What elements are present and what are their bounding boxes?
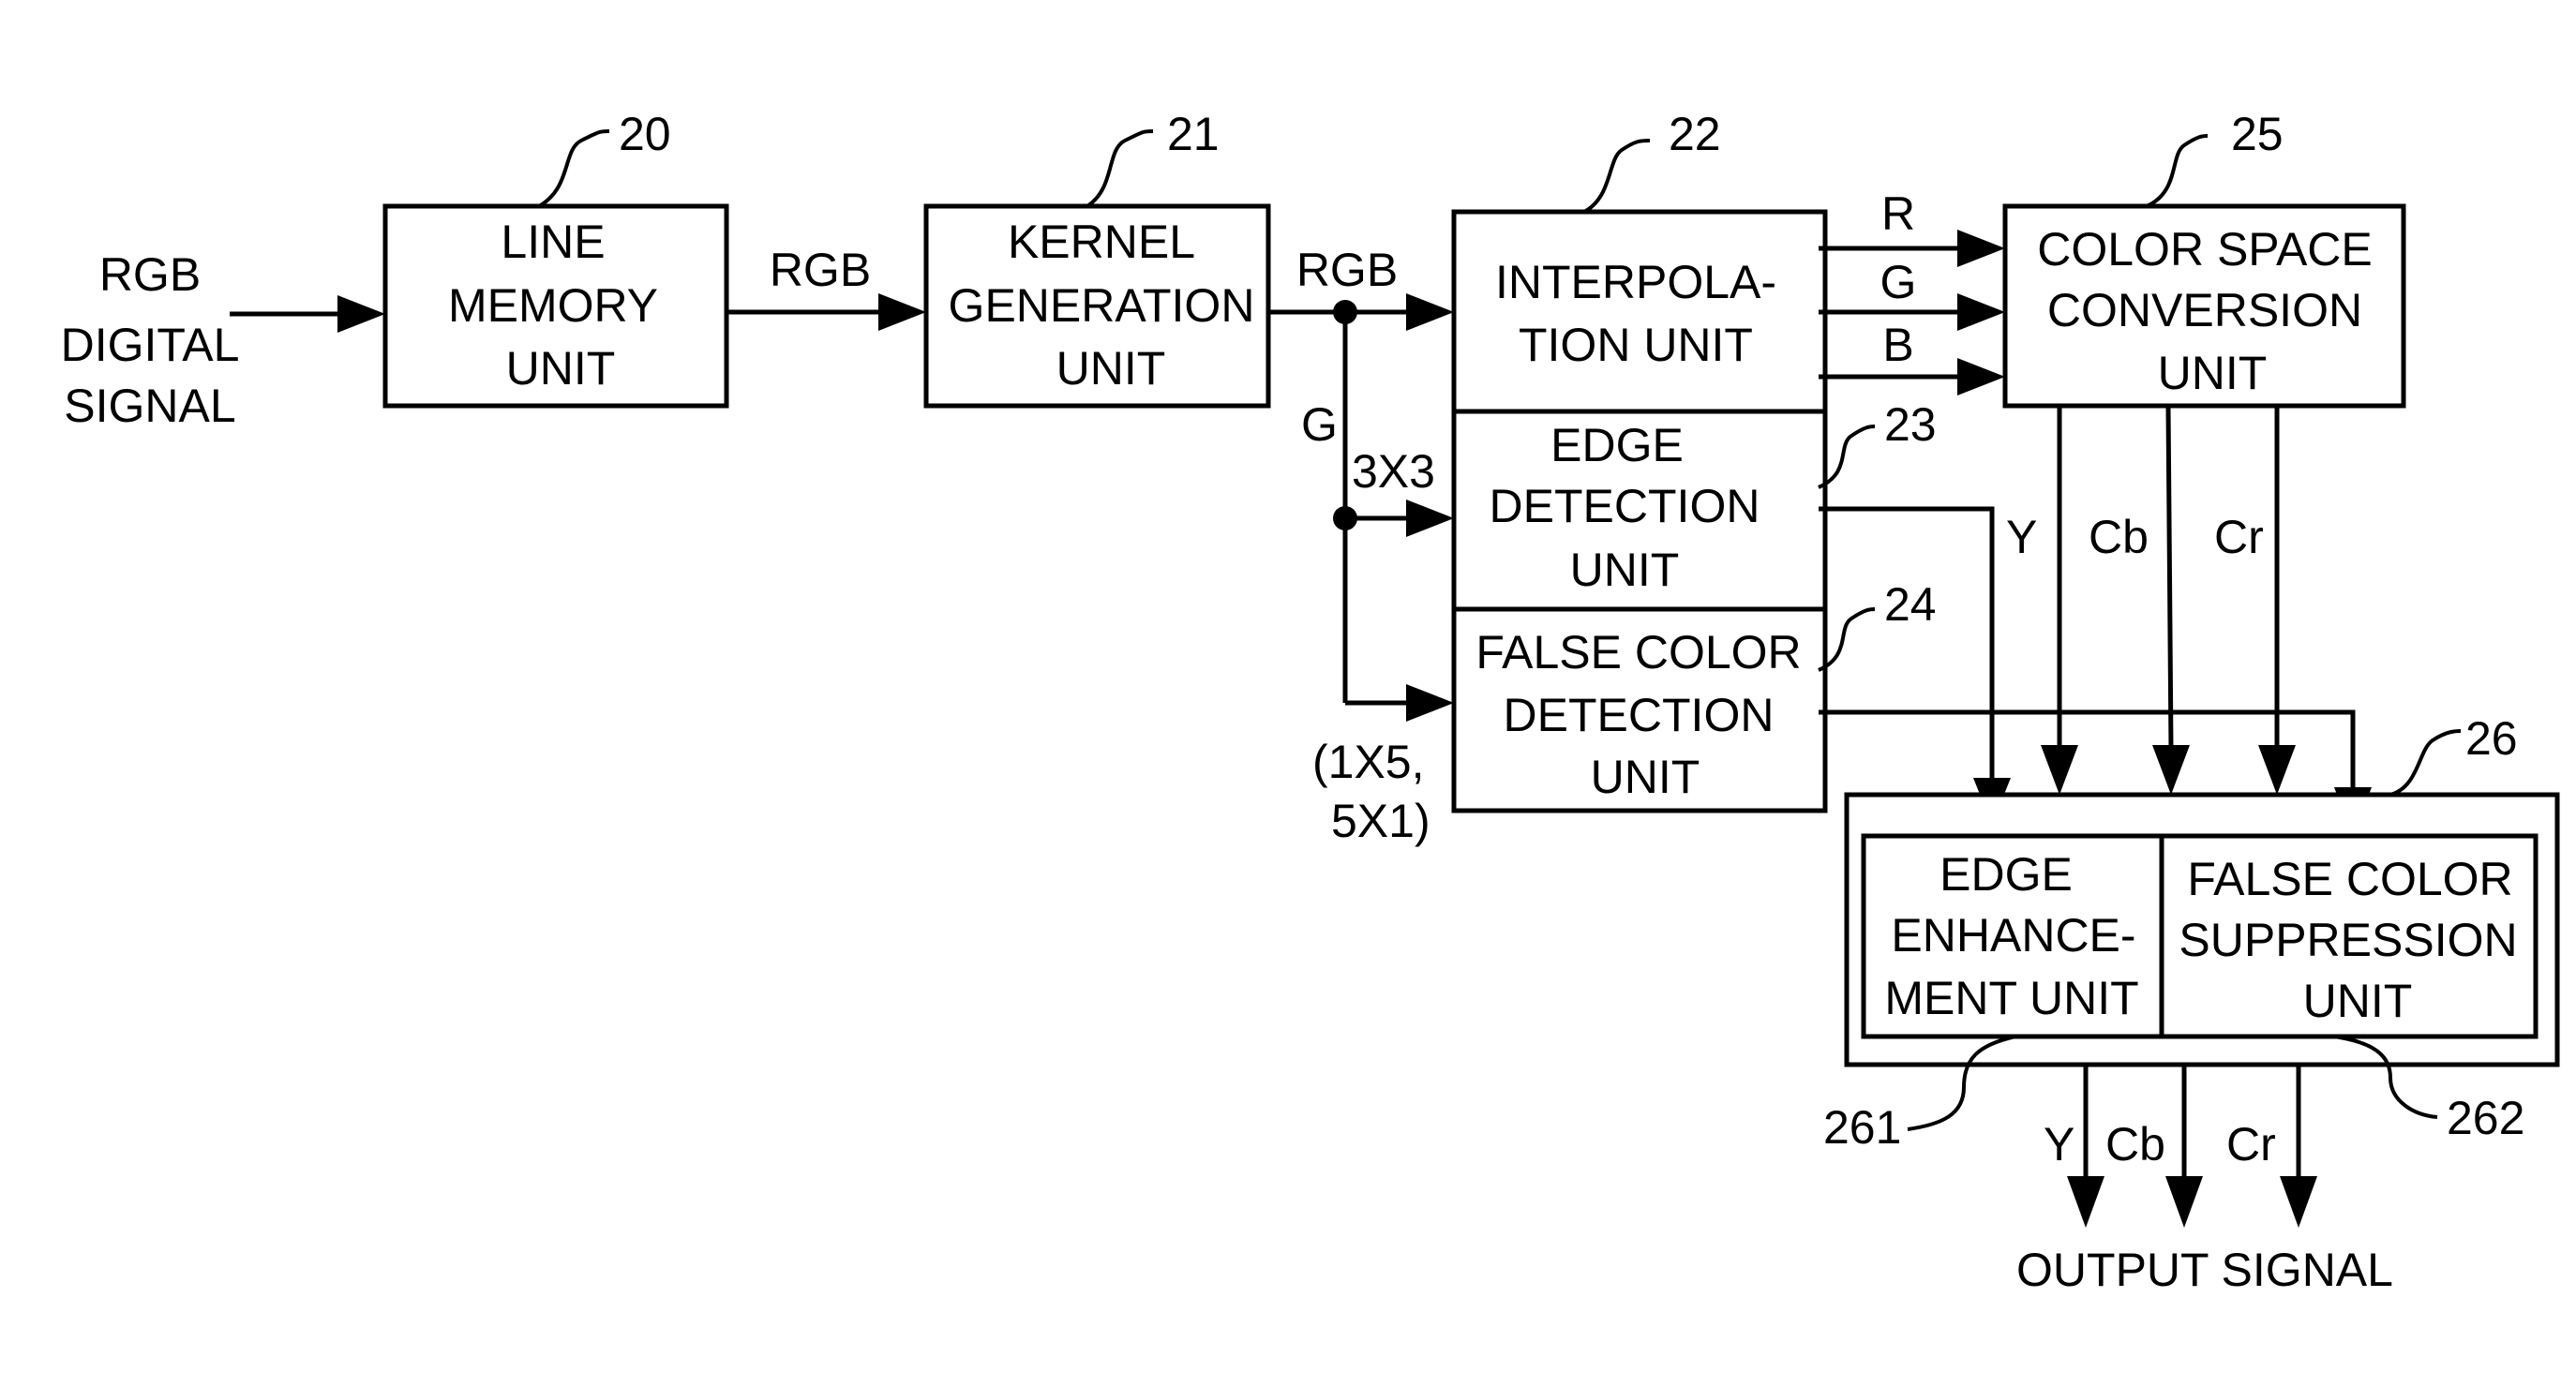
ref-number-20: 20 [619,108,671,160]
arrow-head-icon [2280,1176,2317,1228]
arrow-head-icon [1406,684,1454,722]
block-diagram: RGB DIGITAL SIGNAL LINE MEMORY UNIT 20 R… [61,108,2560,1296]
ref-number-25: 25 [2231,108,2284,160]
block-label: ENHANCE- [1891,909,2135,962]
block-label: FALSE COLOR [1475,626,1801,679]
block-label: UNIT [2158,347,2268,399]
block-label: UNIT [1056,342,1166,395]
arrow-head-icon [1406,500,1454,537]
ref-number-24: 24 [1884,578,1937,631]
ref-leader-21 [1086,129,1154,208]
signal-5x1: 5X1) [1331,795,1430,847]
block-label: EDGE [1939,848,2073,901]
signal-b: B [1882,319,1913,371]
ref-number-26: 26 [2465,712,2518,765]
wire-cb [2165,405,2174,751]
block-label: LINE [501,216,605,268]
block-label: DETECTION [1504,689,1775,741]
signal-r: R [1881,187,1915,240]
ref-leader-26 [2389,729,2462,797]
signal-cb: Cb [2089,511,2149,563]
arrow-head-icon [2165,1176,2203,1228]
arrow-head-icon [2067,1176,2104,1228]
signal-1x5: (1X5, [1312,736,1425,788]
input-line-3: SIGNAL [64,380,235,432]
input-label: RGB DIGITAL SIGNAL [61,248,240,432]
signal-cr: Cr [2214,511,2264,563]
input-line-2: DIGITAL [61,319,240,371]
line-memory-unit[interactable]: LINE MEMORY UNIT [382,203,729,409]
color-space-conversion-unit[interactable]: COLOR SPACE CONVERSION UNIT [2002,203,2406,409]
block-label: SUPPRESSION [2179,914,2517,966]
wire-y [1819,506,1995,783]
input-line-1: RGB [99,248,201,301]
ref-leader-25 [2146,134,2209,208]
block-label: FALSE COLOR [2187,853,2512,905]
block-label: GENERATION [949,279,1255,332]
signal-rgb-2: RGB [1296,244,1398,296]
arrow-head-icon [1957,358,2005,395]
block-label: UNIT [1591,751,1700,803]
block-label: CONVERSION [2047,284,2362,336]
block-label: UNIT [1570,544,1680,596]
ref-number-261: 261 [1823,1101,1901,1154]
ref-number-21: 21 [1167,108,1220,160]
signal-out-y: Y [2044,1118,2074,1171]
signal-out-cr: Cr [2226,1118,2276,1171]
block-label: TION UNIT [1519,319,1753,371]
arrow-head-icon [878,293,926,331]
arrow-head-icon [2258,745,2296,795]
edge-enhancement-unit[interactable]: EDGE ENHANCE- MENT UNIT [1861,833,2164,1039]
arrow-head-icon [337,295,385,333]
signal-y: Y [2006,511,2037,563]
block-label: COLOR SPACE [2037,223,2373,276]
block-label: DETECTION [1490,480,1760,532]
block-label: INTERPOLA- [1495,256,1776,308]
signal-out-cb: Cb [2105,1118,2165,1171]
block-label: MENT UNIT [1884,972,2138,1024]
block-label: EDGE [1550,419,1684,471]
edge-detection-unit[interactable]: EDGE DETECTION UNIT [1451,409,1828,612]
interpolation-unit[interactable]: INTERPOLA- TION UNIT [1451,209,1828,414]
signal-rgb-1: RGB [770,244,871,296]
ref-leader-22 [1582,139,1651,214]
output-signal-label: OUTPUT SIGNAL [2016,1244,2393,1296]
false-color-suppression-unit[interactable]: FALSE COLOR SUPPRESSION UNIT [2159,833,2539,1039]
arrow-head-icon [1406,293,1454,331]
signal-g-branch: G [1301,398,1338,451]
block-label: UNIT [506,342,616,395]
block-label: MEMORY [448,279,658,332]
false-color-detection-unit[interactable]: FALSE COLOR DETECTION UNIT [1451,606,1828,813]
signal-3x3: 3X3 [1352,445,1435,498]
ref-number-23: 23 [1884,398,1937,451]
arrow-head-icon [2152,745,2190,795]
arrow-head-icon [1957,293,2005,331]
block-label: KERNEL [1008,216,1195,268]
signal-g: G [1880,256,1917,308]
ref-leader-20 [537,129,610,208]
ref-number-262: 262 [2447,1092,2524,1144]
ref-number-22: 22 [1669,108,1721,160]
kernel-generation-unit[interactable]: KERNEL GENERATION UNIT [923,203,1271,409]
block-label: UNIT [2303,975,2413,1027]
arrow-head-icon [1957,230,2005,267]
arrow-head-icon [2041,745,2078,795]
